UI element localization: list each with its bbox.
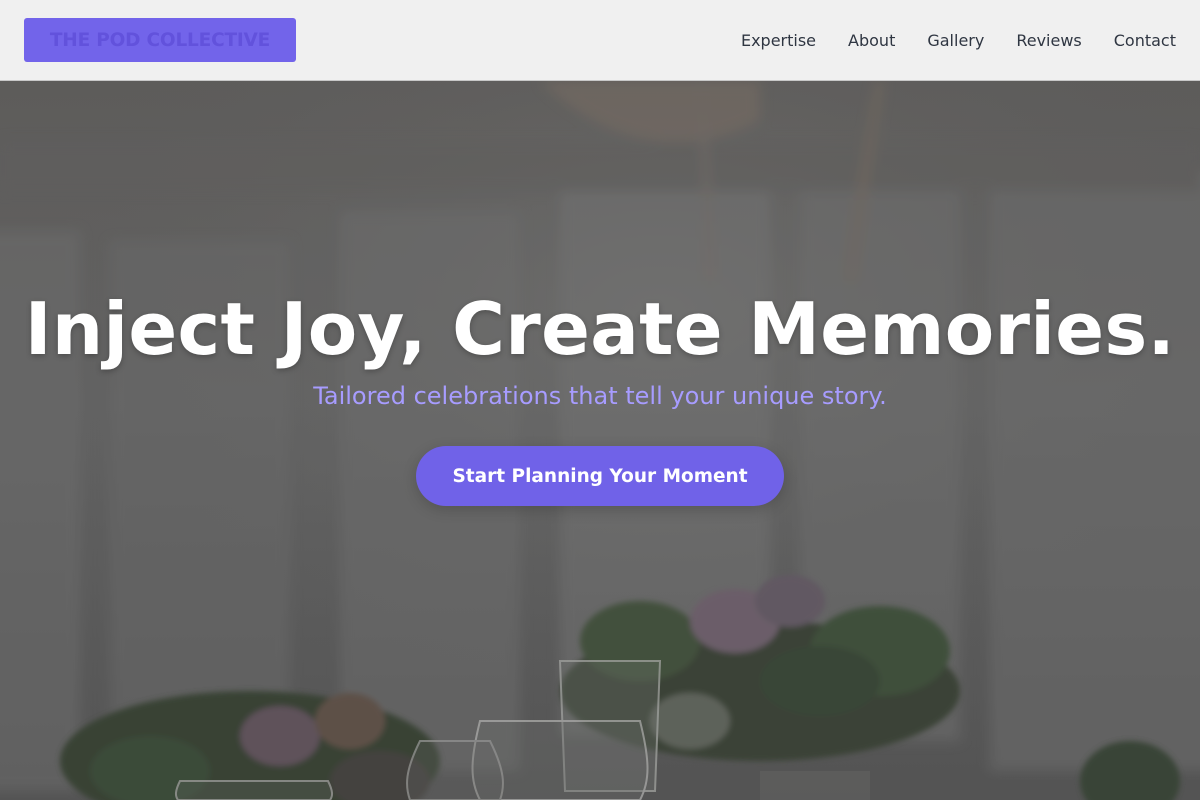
nav-link-contact[interactable]: Contact [1114,31,1176,50]
logo-link[interactable]: THE POD COLLECTIVE [24,18,296,62]
main-nav: Expertise About Gallery Reviews Contact [741,0,1176,80]
hero-title: Inject Joy, Create Memories. [24,287,1176,371]
site-header: THE POD COLLECTIVE Expertise About Galle… [0,0,1200,81]
nav-link-expertise[interactable]: Expertise [741,31,816,50]
nav-link-about[interactable]: About [848,31,895,50]
hero-section: Inject Joy, Create Memories. Tailored ce… [0,81,1200,800]
nav-link-gallery[interactable]: Gallery [927,31,984,50]
nav-link-reviews[interactable]: Reviews [1016,31,1081,50]
hero-overlay [0,81,1200,800]
start-planning-button[interactable]: Start Planning Your Moment [416,446,784,506]
hero-subtitle: Tailored celebrations that tell your uni… [313,382,887,410]
